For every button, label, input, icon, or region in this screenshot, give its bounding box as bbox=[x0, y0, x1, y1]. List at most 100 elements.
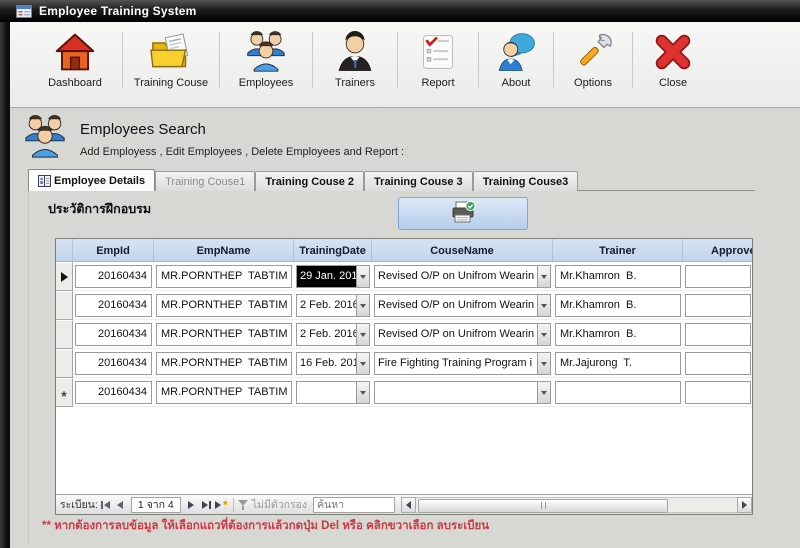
column-header-cousename[interactable]: CouseName bbox=[372, 239, 553, 262]
current-record-arrow-icon bbox=[61, 272, 68, 282]
empname-cell[interactable]: MR.PORNTHEP TABTIM bbox=[156, 265, 292, 288]
print-report-button[interactable] bbox=[398, 197, 528, 230]
trainingdate-combobox[interactable]: 16 Feb. 2016 bbox=[296, 352, 370, 375]
cousename-combobox[interactable]: Revised O/P on Unifrom Wearin bbox=[374, 323, 551, 346]
toolbar-options-button[interactable]: Options bbox=[554, 22, 632, 106]
horizontal-scrollbar bbox=[401, 495, 752, 515]
chevron-down-icon[interactable] bbox=[356, 382, 369, 403]
training-history-table: EmpId EmpName TrainingDate CouseName Tra… bbox=[55, 238, 753, 515]
home-icon bbox=[54, 30, 96, 74]
cousename-combobox[interactable]: Fire Fighting Training Program i bbox=[374, 352, 551, 375]
tab-label: Training Couse 2 bbox=[265, 176, 354, 188]
title-bar[interactable]: Employee Training System bbox=[0, 0, 800, 22]
table-header-row: EmpId EmpName TrainingDate CouseName Tra… bbox=[56, 239, 752, 262]
row-selector[interactable] bbox=[56, 349, 73, 378]
chevron-down-icon[interactable] bbox=[356, 295, 369, 316]
row-selector-current[interactable] bbox=[56, 262, 73, 291]
approve-cell[interactable] bbox=[685, 381, 751, 404]
cousename-combobox[interactable] bbox=[374, 381, 551, 404]
trainer-cell[interactable]: Mr.Khamron B. bbox=[555, 323, 681, 346]
search-input[interactable] bbox=[313, 497, 395, 513]
toolbar-label: Report bbox=[421, 77, 454, 89]
empname-cell[interactable]: MR.PORNTHEP TABTIM bbox=[156, 352, 292, 375]
toolbar-trainers-button[interactable]: Trainers bbox=[313, 22, 397, 106]
chevron-down-icon[interactable] bbox=[356, 266, 369, 287]
column-header-approve[interactable]: Approve bbox=[683, 239, 753, 262]
approve-cell[interactable] bbox=[685, 265, 751, 288]
chevron-down-icon[interactable] bbox=[537, 295, 550, 316]
chevron-down-icon[interactable] bbox=[537, 353, 550, 374]
toolbar-label: About bbox=[502, 77, 531, 89]
previous-record-button[interactable] bbox=[113, 497, 128, 513]
empname-cell[interactable]: MR.PORNTHEP TABTIM bbox=[156, 381, 292, 404]
toolbar-close-button[interactable]: Close bbox=[633, 22, 713, 106]
record-label: ระเบียน: bbox=[60, 496, 98, 513]
tab-training-couse3[interactable]: Training Couse 3 bbox=[364, 171, 473, 191]
trainer-cell[interactable]: Mr.Jajurong T. bbox=[555, 352, 681, 375]
column-header-empid[interactable]: EmpId bbox=[73, 239, 154, 262]
tab-label: Employee Details bbox=[54, 175, 145, 187]
tab-training-couse1[interactable]: Training Couse1 bbox=[155, 171, 255, 191]
column-header-empname[interactable]: EmpName bbox=[154, 239, 294, 262]
next-record-button[interactable] bbox=[184, 497, 199, 513]
record-position-box[interactable]: 1 จาก 4 bbox=[131, 497, 181, 513]
column-header-trainer[interactable]: Trainer bbox=[553, 239, 683, 262]
filter-label: ไม่มีตัวกรอง bbox=[252, 496, 307, 513]
toolbar-dashboard-button[interactable]: Dashboard bbox=[28, 22, 122, 106]
empid-cell[interactable]: 20160434 bbox=[75, 294, 152, 317]
chevron-down-icon[interactable] bbox=[356, 324, 369, 345]
approve-cell[interactable] bbox=[685, 323, 751, 346]
trainer-cell[interactable]: Mr.Khamron B. bbox=[555, 294, 681, 317]
empid-cell[interactable]: 20160434 bbox=[75, 352, 152, 375]
cousename-combobox[interactable]: Revised O/P on Unifrom Wearin bbox=[374, 294, 551, 317]
chevron-down-icon[interactable] bbox=[537, 382, 550, 403]
empname-cell[interactable]: MR.PORNTHEP TABTIM bbox=[156, 323, 292, 346]
empid-cell[interactable]: 20160434 bbox=[75, 381, 152, 404]
trainingdate-combobox[interactable] bbox=[296, 381, 370, 404]
empid-cell[interactable]: 20160434 bbox=[75, 265, 152, 288]
approve-cell[interactable] bbox=[685, 352, 751, 375]
navigator-separator bbox=[233, 498, 234, 512]
cousename-combobox[interactable]: Revised O/P on Unifrom Wearin bbox=[374, 265, 551, 288]
empid-cell[interactable]: 20160434 bbox=[75, 323, 152, 346]
form-window-icon bbox=[16, 5, 32, 18]
tab-training-couse2[interactable]: Training Couse 2 bbox=[255, 171, 364, 191]
toolbar-employees-button[interactable]: Employees bbox=[220, 22, 312, 106]
row-selector[interactable] bbox=[56, 291, 73, 320]
toolbar-label: Trainers bbox=[335, 77, 375, 89]
trainingdate-combobox[interactable]: 29 Jan. 2016 bbox=[296, 265, 370, 288]
folder-icon bbox=[149, 30, 193, 74]
toolbar-label: Dashboard bbox=[48, 77, 102, 89]
last-record-button[interactable] bbox=[199, 497, 214, 513]
table-row: 20160434 MR.PORNTHEP TABTIM 16 Feb. 2016… bbox=[56, 349, 752, 378]
scroll-left-button[interactable] bbox=[401, 497, 416, 513]
table-row: 20160434 MR.PORNTHEP TABTIM 2 Feb. 2016 … bbox=[56, 291, 752, 320]
chevron-down-icon[interactable] bbox=[537, 266, 550, 287]
filter-button[interactable]: ไม่มีตัวกรอง bbox=[238, 496, 307, 513]
window-title: Employee Training System bbox=[39, 4, 197, 18]
new-record-button[interactable]: * bbox=[214, 497, 229, 513]
row-selector-new[interactable]: * bbox=[56, 378, 73, 407]
toolbar-report-button[interactable]: Report bbox=[398, 22, 478, 106]
selector-column-header[interactable] bbox=[56, 239, 73, 262]
employees-icon bbox=[244, 30, 288, 74]
empname-cell[interactable]: MR.PORNTHEP TABTIM bbox=[156, 294, 292, 317]
scrollbar-thumb[interactable] bbox=[418, 499, 668, 513]
scroll-right-button[interactable] bbox=[737, 497, 752, 513]
trainingdate-combobox[interactable]: 2 Feb. 2016 bbox=[296, 323, 370, 346]
row-selector[interactable] bbox=[56, 320, 73, 349]
first-record-button[interactable] bbox=[98, 497, 113, 513]
tab-employee-details[interactable]: Employee Details bbox=[28, 169, 155, 191]
toolbar-training-couse-button[interactable]: Training Couse bbox=[123, 22, 219, 106]
chevron-down-icon[interactable] bbox=[537, 324, 550, 345]
about-icon bbox=[495, 30, 537, 74]
column-header-trainingdate[interactable]: TrainingDate bbox=[294, 239, 372, 262]
trainer-cell[interactable] bbox=[555, 381, 681, 404]
trainer-cell[interactable]: Mr.Khamron B. bbox=[555, 265, 681, 288]
tab-training-couse3b[interactable]: Training Couse3 bbox=[473, 171, 579, 191]
scrollbar-track[interactable] bbox=[416, 497, 737, 513]
approve-cell[interactable] bbox=[685, 294, 751, 317]
chevron-down-icon[interactable] bbox=[356, 353, 369, 374]
toolbar-about-button[interactable]: About bbox=[479, 22, 553, 106]
trainingdate-combobox[interactable]: 2 Feb. 2016 bbox=[296, 294, 370, 317]
